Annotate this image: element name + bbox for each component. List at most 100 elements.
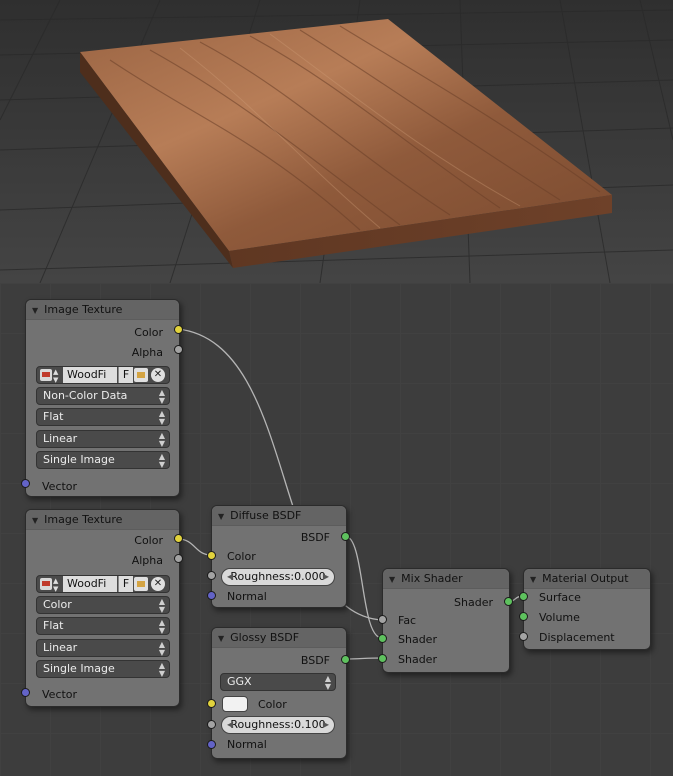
image-datablock-selector[interactable]: ▲ ▼ WoodFi F ✕	[36, 366, 170, 384]
output-alpha-label: Alpha	[131, 346, 163, 359]
input-volume-label: Volume	[539, 611, 580, 624]
increment-arrow-icon[interactable]: ▶	[323, 569, 329, 585]
extension-dropdown[interactable]: Single Image ▲ ▼	[36, 660, 170, 678]
texture2-alpha-output-socket[interactable]	[174, 554, 183, 563]
open-folder-icon[interactable]	[134, 577, 148, 591]
collapse-triangle-icon[interactable]: ▼	[389, 570, 395, 588]
collapse-triangle-icon[interactable]: ▼	[218, 507, 224, 525]
collapse-triangle-icon[interactable]: ▼	[32, 511, 38, 529]
diffuse-bsdf-node[interactable]: ▼ Diffuse BSDF BSDF Color ◀ Roughness:0.00…	[211, 505, 347, 608]
roughness-slider[interactable]: ◀ Roughness:0.000 ▶	[221, 568, 335, 586]
dropdown-arrows-icon: ▲ ▼	[158, 452, 165, 469]
node-header[interactable]: ▼ Image Texture	[26, 300, 179, 320]
image-name-field[interactable]: WoodFi	[63, 367, 117, 383]
unlink-icon[interactable]: ✕	[151, 577, 165, 591]
dropdown-arrows-icon: ▲ ▼	[324, 674, 331, 691]
surface-input-socket[interactable]	[519, 592, 528, 601]
node-editor[interactable]: ▼ Image Texture Color Alpha ▲ ▼ WoodFi F ✕…	[0, 283, 673, 776]
interpolation-dropdown[interactable]: Linear ▲ ▼	[36, 639, 170, 657]
color-space-dropdown[interactable]: Color ▲ ▼	[36, 596, 170, 614]
input-color-label: Color	[227, 550, 256, 563]
glossy-bsdf-output-socket[interactable]	[341, 655, 350, 664]
texture1-color-output-socket[interactable]	[174, 325, 183, 334]
projection-dropdown[interactable]: Flat ▲ ▼	[36, 617, 170, 635]
collapse-triangle-icon[interactable]: ▼	[218, 629, 224, 647]
dropdown-value: Linear	[43, 641, 78, 654]
collapse-triangle-icon[interactable]: ▼	[32, 301, 38, 319]
diffuse-normal-input-socket[interactable]	[207, 591, 216, 600]
dropdown-value: Single Image	[43, 453, 115, 466]
input-color-label: Color	[258, 698, 287, 711]
mix-shader-output-socket[interactable]	[504, 597, 513, 606]
3d-viewport[interactable]	[0, 0, 673, 283]
distribution-dropdown[interactable]: GGX ▲ ▼	[220, 673, 336, 691]
browse-arrows-icon[interactable]: ▲ ▼	[53, 576, 58, 593]
volume-input-socket[interactable]	[519, 612, 528, 621]
glossy-normal-input-socket[interactable]	[207, 740, 216, 749]
image-texture-node-2[interactable]: ▼ Image Texture Color Alpha ▲ ▼ WoodFi F ✕…	[25, 509, 180, 707]
node-title: Mix Shader	[401, 572, 463, 585]
dropdown-arrows-icon: ▲ ▼	[158, 409, 165, 426]
output-color-label: Color	[134, 534, 163, 547]
image-texture-node-1[interactable]: ▼ Image Texture Color Alpha ▲ ▼ WoodFi F ✕…	[25, 299, 180, 497]
projection-dropdown[interactable]: Flat ▲ ▼	[36, 408, 170, 426]
input-vector-label: Vector	[42, 480, 78, 493]
glossy-roughness-input-socket[interactable]	[207, 720, 216, 729]
node-header[interactable]: ▼ Diffuse BSDF	[212, 506, 346, 526]
mix-shader1-input-socket[interactable]	[378, 634, 387, 643]
dropdown-value: Color	[43, 598, 72, 611]
extension-dropdown[interactable]: Single Image ▲ ▼	[36, 451, 170, 469]
node-title: Image Texture	[44, 303, 123, 316]
mix-shader2-input-socket[interactable]	[378, 654, 387, 663]
glossy-bsdf-node[interactable]: ▼ Glossy BSDF BSDF GGX ▲ ▼ Color ◀ Roughness…	[211, 627, 347, 759]
displacement-input-socket[interactable]	[519, 632, 528, 641]
diffuse-color-input-socket[interactable]	[207, 551, 216, 560]
decrement-arrow-icon[interactable]: ◀	[227, 717, 233, 733]
unlink-icon[interactable]: ✕	[151, 368, 165, 382]
image-name-field[interactable]: WoodFi	[63, 576, 117, 592]
input-displacement-label: Displacement	[539, 631, 615, 644]
mix-shader-node[interactable]: ▼ Mix Shader Shader Fac Shader Shader	[382, 568, 510, 673]
node-title: Diffuse BSDF	[230, 509, 302, 522]
color-space-dropdown[interactable]: Non-Color Data ▲ ▼	[36, 387, 170, 405]
input-vector-label: Vector	[42, 688, 78, 701]
image-datablock-selector[interactable]: ▲ ▼ WoodFi F ✕	[36, 575, 170, 593]
fake-user-button[interactable]: F	[118, 576, 133, 592]
collapse-triangle-icon[interactable]: ▼	[530, 570, 536, 588]
node-header[interactable]: ▼ Image Texture	[26, 510, 179, 530]
decrement-arrow-icon[interactable]: ◀	[227, 569, 233, 585]
open-folder-icon[interactable]	[134, 368, 148, 382]
dropdown-value: Flat	[43, 619, 64, 632]
node-title: Image Texture	[44, 513, 123, 526]
fake-user-button[interactable]: F	[118, 367, 133, 383]
image-icon[interactable]	[40, 578, 52, 590]
input-normal-label: Normal	[227, 590, 267, 603]
input-shader-2-label: Shader	[398, 653, 437, 666]
node-header[interactable]: ▼ Material Output	[524, 569, 650, 589]
input-surface-label: Surface	[539, 591, 581, 604]
mix-fac-input-socket[interactable]	[378, 615, 387, 624]
node-header[interactable]: ▼ Glossy BSDF	[212, 628, 346, 648]
dropdown-arrows-icon: ▲ ▼	[158, 597, 165, 614]
roughness-slider[interactable]: ◀ Roughness:0.100 ▶	[221, 716, 335, 734]
diffuse-roughness-input-socket[interactable]	[207, 571, 216, 580]
interpolation-dropdown[interactable]: Linear ▲ ▼	[36, 430, 170, 448]
output-alpha-label: Alpha	[131, 554, 163, 567]
dropdown-value: GGX	[227, 675, 252, 688]
increment-arrow-icon[interactable]: ▶	[323, 717, 329, 733]
texture2-vector-input-socket[interactable]	[21, 688, 30, 697]
node-header[interactable]: ▼ Mix Shader	[383, 569, 509, 589]
texture1-alpha-output-socket[interactable]	[174, 345, 183, 354]
dropdown-value: Linear	[43, 432, 78, 445]
diffuse-bsdf-output-socket[interactable]	[341, 532, 350, 541]
texture1-vector-input-socket[interactable]	[21, 479, 30, 488]
glossy-color-input-socket[interactable]	[207, 699, 216, 708]
output-bsdf-label: BSDF	[300, 654, 330, 667]
browse-arrows-icon[interactable]: ▲ ▼	[53, 367, 58, 384]
material-output-node[interactable]: ▼ Material Output Surface Volume Displace…	[523, 568, 651, 650]
input-fac-label: Fac	[398, 614, 417, 627]
color-swatch[interactable]	[222, 696, 248, 712]
texture2-color-output-socket[interactable]	[174, 534, 183, 543]
node-title: Material Output	[542, 572, 629, 585]
image-icon[interactable]	[40, 369, 52, 381]
